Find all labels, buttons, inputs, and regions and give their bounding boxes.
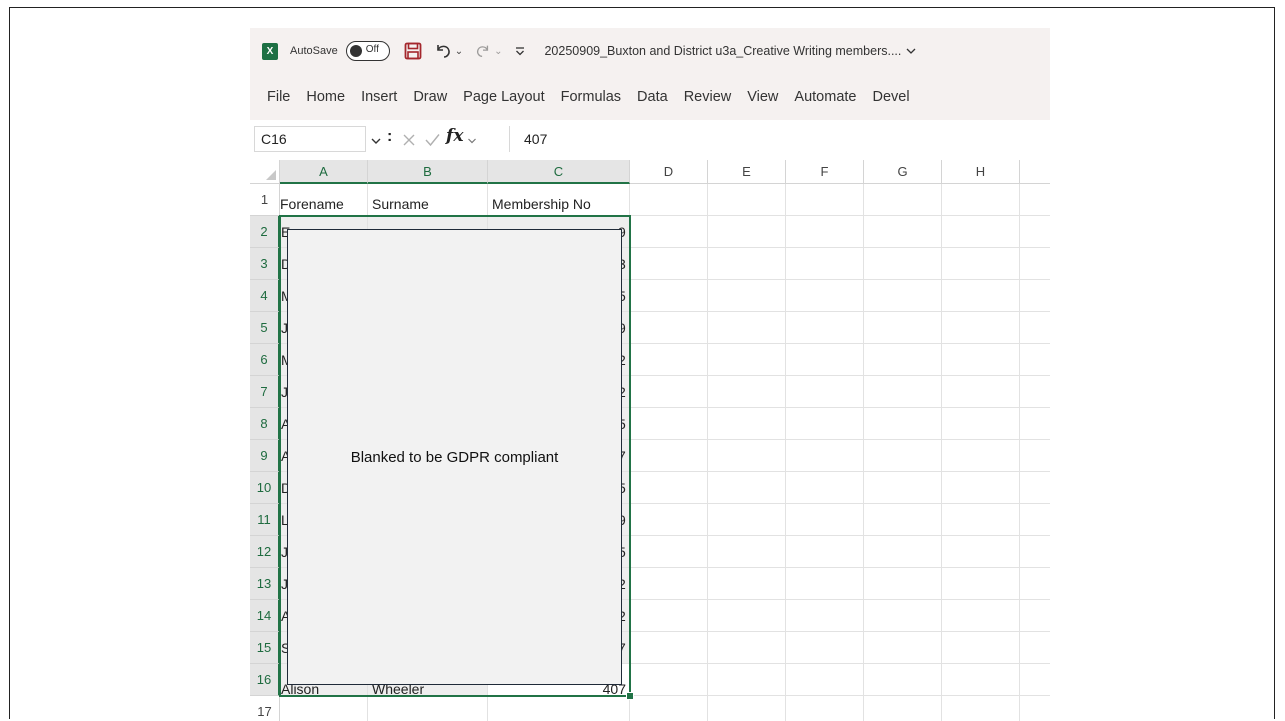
row-header-14[interactable]: 14 <box>250 600 280 632</box>
gridline <box>863 184 864 721</box>
formula-input[interactable]: 407 <box>509 126 1049 152</box>
redo-chevron-icon[interactable]: ⌄ <box>494 46 502 57</box>
column-header-a[interactable]: A <box>280 160 368 184</box>
excel-logo-icon: X <box>262 42 278 60</box>
column-header-g[interactable]: G <box>864 160 942 184</box>
select-all-corner[interactable] <box>250 160 280 184</box>
name-box[interactable]: C16 <box>254 126 366 152</box>
cell-b1[interactable]: Surname <box>372 196 429 212</box>
redaction-label: Blanked to be GDPR compliant <box>350 448 559 466</box>
row-header-7[interactable]: 7 <box>250 376 280 408</box>
tab-data[interactable]: Data <box>637 89 668 105</box>
document-title[interactable]: 20250909_Buxton and District u3a_Creativ… <box>544 44 901 58</box>
row-header-10[interactable]: 10 <box>250 472 280 504</box>
fill-handle[interactable] <box>626 692 634 700</box>
tab-draw[interactable]: Draw <box>413 89 447 105</box>
undo-icon[interactable] <box>434 42 452 60</box>
gdpr-redaction-box: Blanked to be GDPR compliant <box>287 229 622 685</box>
row-header-2[interactable]: 2 <box>250 216 280 248</box>
row-header-15[interactable]: 15 <box>250 632 280 664</box>
row-header-16[interactable]: 16 <box>250 664 280 696</box>
tab-file[interactable]: File <box>267 89 290 105</box>
cancel-icon[interactable] <box>402 133 416 147</box>
customize-toolbar-icon[interactable] <box>514 45 526 57</box>
column-header-e[interactable]: E <box>708 160 786 184</box>
ribbon-tabs: File Home Insert Draw Page Layout Formul… <box>250 74 1050 120</box>
tab-page-layout[interactable]: Page Layout <box>463 89 544 105</box>
row-header-4[interactable]: 4 <box>250 280 280 312</box>
gridline <box>707 184 708 721</box>
cell-c1[interactable]: Membership No <box>492 196 591 212</box>
undo-chevron-icon[interactable]: ⌄ <box>455 46 463 57</box>
redo-icon[interactable] <box>475 43 491 59</box>
column-header-b[interactable]: B <box>368 160 488 184</box>
gridline <box>1019 184 1020 721</box>
row-header-11[interactable]: 11 <box>250 504 280 536</box>
column-header-f[interactable]: F <box>786 160 864 184</box>
chevron-down-icon[interactable] <box>905 45 917 57</box>
column-header-d[interactable]: D <box>630 160 708 184</box>
autosave-state: Off <box>365 44 379 55</box>
autosave-toggle[interactable]: Off <box>345 41 390 61</box>
name-box-chevron-icon[interactable] <box>370 135 382 147</box>
row-header-6[interactable]: 6 <box>250 344 280 376</box>
fx-chevron-icon[interactable] <box>467 136 477 146</box>
tab-developer[interactable]: Devel <box>872 89 909 105</box>
tab-review[interactable]: Review <box>684 89 732 105</box>
cell-a1[interactable]: Forename <box>280 196 344 212</box>
gridline <box>785 184 786 721</box>
tab-view[interactable]: View <box>747 89 778 105</box>
column-header-h[interactable]: H <box>942 160 1020 184</box>
gridline <box>941 184 942 721</box>
tab-insert[interactable]: Insert <box>361 89 397 105</box>
toggle-knob <box>349 44 362 57</box>
column-header-c[interactable]: C <box>488 160 630 184</box>
select-all-icon <box>266 170 276 180</box>
row-header-9[interactable]: 9 <box>250 440 280 472</box>
title-bar: X AutoSave Off ⌄ ⌄ 20250909_Buxton and D… <box>250 28 1050 74</box>
row-header-1[interactable]: 1 <box>250 184 280 216</box>
more-options-icon[interactable]: : <box>387 128 392 146</box>
row-header-5[interactable]: 5 <box>250 312 280 344</box>
tab-home[interactable]: Home <box>306 89 345 105</box>
save-icon[interactable] <box>404 42 422 60</box>
column-header-i[interactable] <box>1020 160 1050 184</box>
insert-function-button[interactable]: fx <box>446 126 463 146</box>
row-header-13[interactable]: 13 <box>250 568 280 600</box>
row-header-12[interactable]: 12 <box>250 536 280 568</box>
tab-formulas[interactable]: Formulas <box>561 89 621 105</box>
row-header-3[interactable]: 3 <box>250 248 280 280</box>
formula-bar: C16 : fx 407 <box>250 120 1050 161</box>
autosave-label: AutoSave <box>290 45 338 57</box>
tab-automate[interactable]: Automate <box>794 89 856 105</box>
row-header-8[interactable]: 8 <box>250 408 280 440</box>
row-header-17[interactable]: 17 <box>250 696 280 721</box>
check-icon[interactable] <box>425 133 440 147</box>
